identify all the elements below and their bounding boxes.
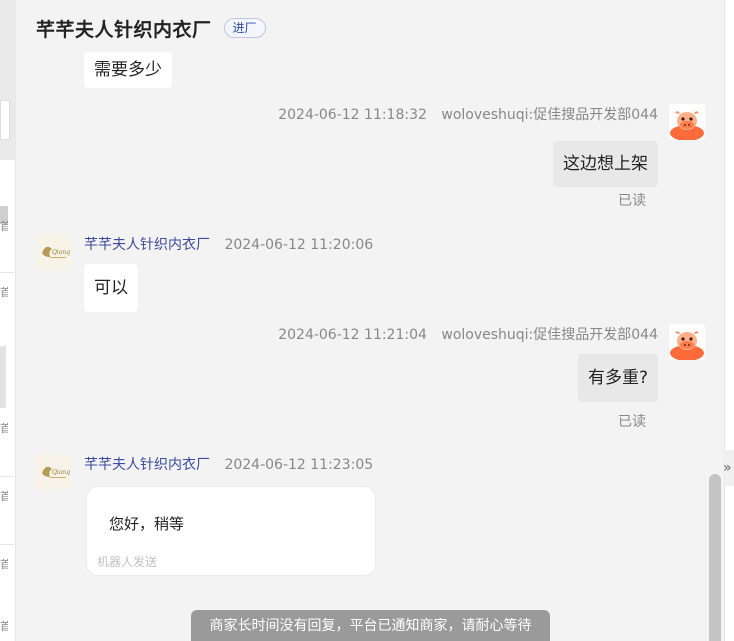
- svg-text:Qianqian: Qianqian: [52, 469, 70, 476]
- shop-name-link[interactable]: 芊芊夫人针织内衣厂: [84, 237, 210, 253]
- chat-title: 芊芊夫人针织内衣厂: [36, 18, 212, 41]
- background-panel-strip: 首 首 首 首 首 首: [0, 0, 16, 641]
- read-status: 已读: [618, 193, 646, 209]
- incoming-message-bubble: 需要多少: [84, 52, 172, 88]
- panel-divider: [0, 544, 14, 545]
- sender-name: woloveshuqi:促佳搜品开发部044: [441, 327, 658, 343]
- cartoon-cow-avatar-icon: [670, 331, 704, 361]
- message-meta: 2024-06-12 11:21:04 woloveshuqi:促佳搜品开发部0…: [278, 324, 658, 344]
- message-timestamp: 2024-06-12 11:20:06: [224, 237, 374, 253]
- panel-glyph: 首: [0, 220, 8, 233]
- message-timestamp: 2024-06-12 11:18:32: [278, 107, 427, 123]
- right-side-panel: [724, 0, 734, 641]
- chat-scrollbar-thumb[interactable]: [709, 474, 721, 641]
- cartoon-cow-avatar-icon: [670, 111, 704, 141]
- double-chevron-right-icon[interactable]: »: [723, 450, 734, 486]
- message-meta: 芊芊夫人针织内衣厂 2024-06-12 11:20:06: [84, 234, 373, 254]
- robot-sent-note: 机器人发送: [97, 555, 158, 569]
- shop-name-link[interactable]: 芊芊夫人针织内衣厂: [84, 457, 210, 473]
- shop-logo-icon: Qianqian: [42, 466, 70, 478]
- read-status: 已读: [618, 414, 646, 430]
- shop-avatar[interactable]: Qianqian: [36, 454, 72, 490]
- panel-glyph: 首: [0, 620, 8, 633]
- panel-divider: [0, 272, 14, 273]
- outgoing-message-bubble: 这边想上架: [553, 141, 658, 187]
- incoming-message-bubble: 可以: [84, 264, 138, 312]
- panel-glyph: 首: [0, 558, 8, 571]
- merchant-notice-banner: 商家长时间没有回复，平台已通知商家，请耐心等待: [191, 610, 550, 641]
- shop-logo-icon: Qianqian: [42, 246, 70, 258]
- user-avatar[interactable]: [669, 104, 705, 141]
- message-list: 需要多少 2024-06-12 11:18:32 woloveshuqi:促佳搜…: [16, 52, 724, 641]
- message-meta: 芊芊夫人针织内衣厂 2024-06-12 11:23:05: [84, 454, 373, 474]
- enter-factory-tag[interactable]: 进厂: [223, 18, 266, 38]
- outgoing-message-bubble: 有多重?: [577, 354, 658, 402]
- card-message-text: 您好，稍等: [109, 515, 185, 533]
- svg-text:Qianqian: Qianqian: [52, 249, 70, 256]
- sender-name: woloveshuqi:促佳搜品开发部044: [441, 107, 658, 123]
- message-meta: 2024-06-12 11:18:32 woloveshuqi:促佳搜品开发部0…: [278, 104, 658, 124]
- message-timestamp: 2024-06-12 11:21:04: [278, 327, 427, 343]
- message-timestamp: 2024-06-12 11:23:05: [224, 457, 374, 473]
- shop-avatar[interactable]: Qianqian: [36, 234, 72, 270]
- panel-glyph: 首: [0, 422, 8, 435]
- panel-element: [0, 100, 10, 140]
- chat-header: 芊芊夫人针织内衣厂 进厂: [16, 0, 724, 56]
- panel-glyph: 首: [0, 490, 8, 503]
- robot-reply-card: 您好，稍等 机器人发送: [86, 486, 376, 576]
- user-avatar[interactable]: [669, 324, 705, 361]
- panel-divider: [0, 476, 14, 477]
- panel-glyph: 首: [0, 286, 8, 299]
- panel-block: [0, 346, 6, 408]
